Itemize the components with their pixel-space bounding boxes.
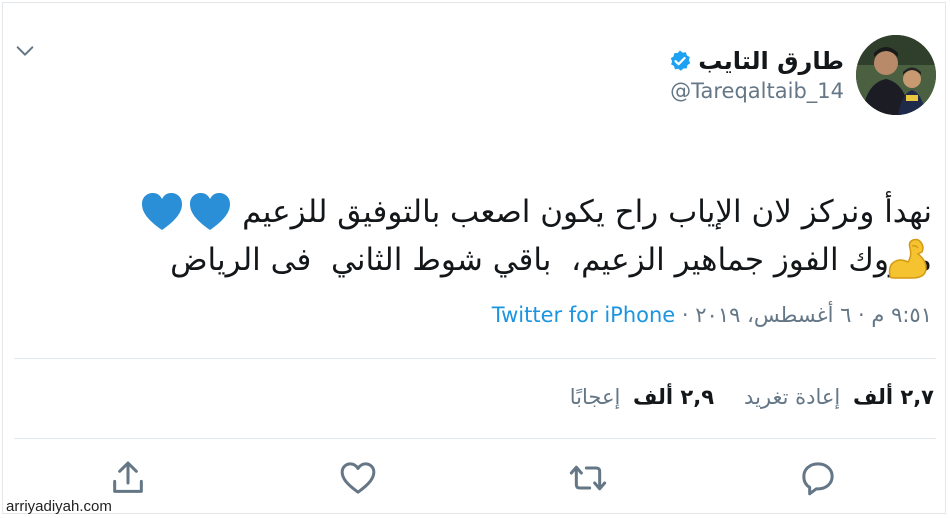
timestamp[interactable]: ٩:٥١ م · ٦ أغسطس، ٢٠١٩ · <box>682 303 932 327</box>
tweet-text-line: نهدأ ونركز لان الإياب راح يكون اصعب بالت… <box>242 194 932 230</box>
retweet-icon[interactable] <box>568 458 608 498</box>
emoji-group <box>140 192 232 232</box>
author-info: طارق التايب @Tareqaltaib_14 <box>668 47 844 103</box>
heart-icon[interactable] <box>338 458 378 498</box>
likes-count: ٢,٩ ألف <box>633 385 715 409</box>
divider <box>14 358 936 359</box>
tweet-actions <box>0 458 950 502</box>
retweets-label: إعادة تغريد <box>744 385 841 409</box>
avatar-photo <box>856 35 936 115</box>
retweets-stat[interactable]: ٢,٧ ألف إعادة تغريد <box>744 385 934 409</box>
display-name[interactable]: طارق التايب <box>698 47 844 75</box>
blue-heart-icon <box>142 193 183 230</box>
watermark: arriyadiyah.com <box>6 498 112 515</box>
divider <box>14 438 936 439</box>
likes-stat[interactable]: ٢,٩ ألف إعجابًا <box>570 385 714 409</box>
avatar[interactable] <box>856 35 936 115</box>
tweet-source-link[interactable]: Twitter for iPhone <box>492 303 676 327</box>
reply-icon[interactable] <box>798 458 838 498</box>
user-handle[interactable]: @Tareqaltaib_14 <box>668 79 844 103</box>
verified-badge-icon <box>671 50 691 71</box>
tweet-stats: ٢,٧ ألف إعادة تغريد ٢,٩ ألف إعجابًا <box>570 385 934 409</box>
chevron-down-icon[interactable] <box>14 40 36 62</box>
tweet-text-line: مبروك الفوز جماهير الزعيم، باقي شوط الثا… <box>170 242 932 278</box>
tweet-meta: ٩:٥١ م · ٦ أغسطس، ٢٠١٩ · Twitter for iPh… <box>492 303 932 327</box>
tweet-header: طارق التايب @Tareqaltaib_14 <box>668 34 936 116</box>
emoji-row <box>886 236 932 280</box>
share-icon[interactable] <box>108 458 148 498</box>
flexed-biceps-icon <box>888 238 927 279</box>
likes-label: إعجابًا <box>569 385 621 409</box>
blue-heart-icon <box>190 193 231 230</box>
retweets-count: ٢,٧ ألف <box>852 385 934 409</box>
tweet-text-row: نهدأ ونركز لان الإياب راح يكون اصعب بالت… <box>40 188 932 236</box>
